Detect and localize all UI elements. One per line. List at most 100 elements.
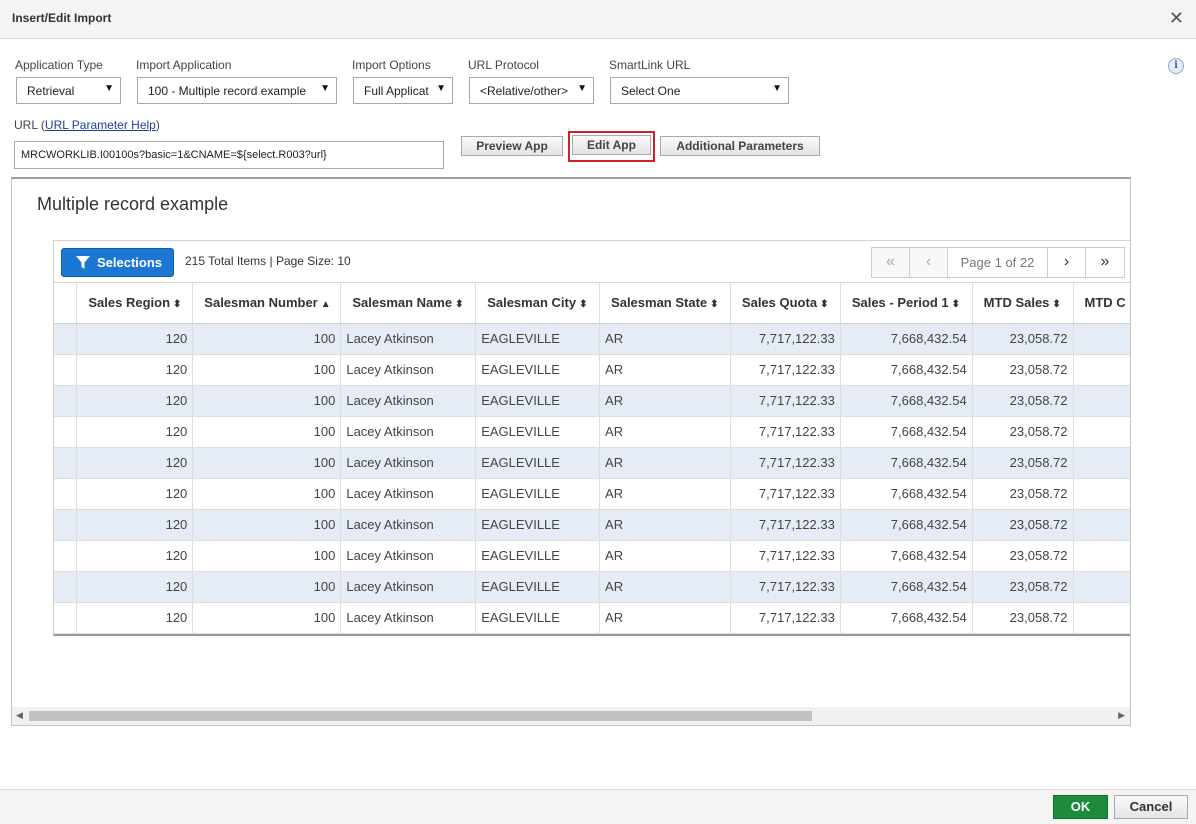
dropdown-arrow-icon: ▼ <box>772 83 782 94</box>
smartlink-select[interactable]: Select One ▼ <box>610 77 789 104</box>
url-protocol-value: <Relative/other> <box>480 84 569 98</box>
table-cell: Lacey Atkinson <box>340 385 477 417</box>
table-cell <box>1073 571 1130 603</box>
table-cell: 100 <box>192 540 342 572</box>
table-cell <box>1073 385 1130 417</box>
column-header[interactable]: Salesman City ⬍ <box>475 283 601 324</box>
table-cell: 23,058.72 <box>972 509 1074 541</box>
table-cell: Lacey Atkinson <box>340 447 477 479</box>
row-selector-cell[interactable] <box>54 602 78 634</box>
table-cell: 120 <box>76 447 194 479</box>
table-cell: 7,668,432.54 <box>840 540 973 572</box>
dropdown-arrow-icon: ▼ <box>577 83 587 94</box>
first-page-icon[interactable]: « <box>872 248 910 277</box>
selections-button[interactable]: Selections <box>61 248 174 277</box>
import-app-select[interactable]: 100 - Multiple record example ▼ <box>137 77 337 104</box>
table-cell: 120 <box>76 354 194 386</box>
ok-button[interactable]: OK <box>1053 795 1108 819</box>
table-cell: Lacey Atkinson <box>340 323 477 355</box>
close-icon[interactable]: ✕ <box>1169 9 1184 27</box>
table-row[interactable]: 120 100 Lacey Atkinson EAGLEVILLE AR 7,717,12… <box>54 416 1130 448</box>
row-selector-cell[interactable] <box>54 323 78 355</box>
row-selector-cell[interactable] <box>54 571 78 603</box>
url-protocol-select[interactable]: <Relative/other> ▼ <box>469 77 594 104</box>
next-page-icon[interactable]: › <box>1048 248 1086 277</box>
page-info: Page 1 of 22 <box>948 248 1048 277</box>
table-cell: 7,668,432.54 <box>840 447 973 479</box>
selections-label: Selections <box>97 255 163 270</box>
column-header[interactable]: Salesman State ⬍ <box>599 283 731 324</box>
url-input[interactable]: MRCWORKLIB.I00100s?basic=1&CNAME=${selec… <box>14 141 444 169</box>
table-cell: 120 <box>76 571 194 603</box>
row-selector-cell[interactable] <box>54 478 78 510</box>
table-cell: AR <box>599 416 731 448</box>
column-header-label: Salesman Number <box>204 295 318 311</box>
column-header[interactable]: MTD Sales ⬍ <box>972 283 1074 324</box>
sort-icon: ⬍ <box>1052 299 1061 311</box>
table-cell: AR <box>599 571 731 603</box>
table-cell: EAGLEVILLE <box>475 509 601 541</box>
table-cell: 7,668,432.54 <box>840 509 973 541</box>
prev-page-icon[interactable]: ‹ <box>910 248 948 277</box>
table-cell: AR <box>599 540 731 572</box>
table-cell: 7,717,122.33 <box>730 385 841 417</box>
app-type-select[interactable]: Retrieval ▼ <box>16 77 121 104</box>
table-cell: 100 <box>192 509 342 541</box>
table-cell: 100 <box>192 447 342 479</box>
table-cell: 7,717,122.33 <box>730 478 841 510</box>
row-selector-cell[interactable] <box>54 540 78 572</box>
url-parameter-help-link[interactable]: URL Parameter Help <box>45 118 156 132</box>
column-header[interactable]: Sales Region ⬍ <box>76 283 194 324</box>
scroll-right-icon[interactable]: ▶ <box>1118 710 1125 721</box>
table-row[interactable]: 120 100 Lacey Atkinson EAGLEVILLE AR 7,717,12… <box>54 354 1130 386</box>
table-cell: 7,717,122.33 <box>730 416 841 448</box>
table-cell <box>1073 478 1130 510</box>
preview-app-button[interactable]: Preview App <box>461 136 563 156</box>
column-header[interactable]: Sales Quota ⬍ <box>730 283 841 324</box>
table-cell: Lacey Atkinson <box>340 509 477 541</box>
table-row[interactable]: 120 100 Lacey Atkinson EAGLEVILLE AR 7,717,12… <box>54 447 1130 479</box>
dialog-titlebar: Insert/Edit Import ✕ <box>0 0 1196 39</box>
table-row[interactable]: 120 100 Lacey Atkinson EAGLEVILLE AR 7,717,12… <box>54 509 1130 541</box>
import-options-select[interactable]: Full Applicat ▼ <box>353 77 453 104</box>
table-cell: 100 <box>192 354 342 386</box>
column-header-label: Sales Region <box>88 295 171 311</box>
edit-app-button[interactable]: Edit App <box>572 135 651 155</box>
column-header[interactable]: Salesman Name ⬍ <box>340 283 477 324</box>
row-selector-cell[interactable] <box>54 354 78 386</box>
column-header[interactable]: MTD C <box>1073 283 1130 324</box>
column-header-label: Sales - Period 1 <box>851 295 949 311</box>
table-cell: 120 <box>76 385 194 417</box>
row-selector-cell[interactable] <box>54 509 78 541</box>
table-cell: 120 <box>76 602 194 634</box>
table-row[interactable]: 120 100 Lacey Atkinson EAGLEVILLE AR 7,717,12… <box>54 540 1130 572</box>
last-page-icon[interactable]: » <box>1086 248 1124 277</box>
row-selector-cell[interactable] <box>54 385 78 417</box>
table-row[interactable]: 120 100 Lacey Atkinson EAGLEVILLE AR 7,717,12… <box>54 385 1130 417</box>
scroll-left-icon[interactable]: ◀ <box>16 710 23 721</box>
table-cell: 100 <box>192 602 342 634</box>
table-cell: Lacey Atkinson <box>340 478 477 510</box>
row-selector-cell[interactable] <box>54 447 78 479</box>
table-cell: Lacey Atkinson <box>340 354 477 386</box>
column-header-label: Salesman Name <box>352 295 453 311</box>
column-header[interactable]: Salesman Number ▲ <box>192 283 342 324</box>
table-cell: 23,058.72 <box>972 447 1074 479</box>
horizontal-scrollbar[interactable]: ◀ ▶ <box>12 707 1130 725</box>
smartlink-label: SmartLink URL <box>609 58 691 72</box>
scrollbar-thumb[interactable] <box>29 711 812 721</box>
table-row[interactable]: 120 100 Lacey Atkinson EAGLEVILLE AR 7,717,12… <box>54 323 1130 355</box>
additional-parameters-button[interactable]: Additional Parameters <box>660 136 820 156</box>
column-header[interactable]: Sales - Period 1 ⬍ <box>840 283 973 324</box>
table-header: Sales Region ⬍ Salesman Number ▲ Salesman Na… <box>54 283 1130 324</box>
cancel-button[interactable]: Cancel <box>1114 795 1188 819</box>
import-options-value: Full Applicat <box>364 84 429 98</box>
table-cell: 23,058.72 <box>972 416 1074 448</box>
table-row[interactable]: 120 100 Lacey Atkinson EAGLEVILLE AR 7,717,12… <box>54 478 1130 510</box>
info-icon[interactable]: i <box>1168 58 1184 74</box>
table-row[interactable]: 120 100 Lacey Atkinson EAGLEVILLE AR 7,717,12… <box>54 571 1130 603</box>
table-cell: AR <box>599 509 731 541</box>
table-row[interactable]: 120 100 Lacey Atkinson EAGLEVILLE AR 7,717,12… <box>54 602 1130 634</box>
table-cell: EAGLEVILLE <box>475 602 601 634</box>
row-selector-cell[interactable] <box>54 416 78 448</box>
